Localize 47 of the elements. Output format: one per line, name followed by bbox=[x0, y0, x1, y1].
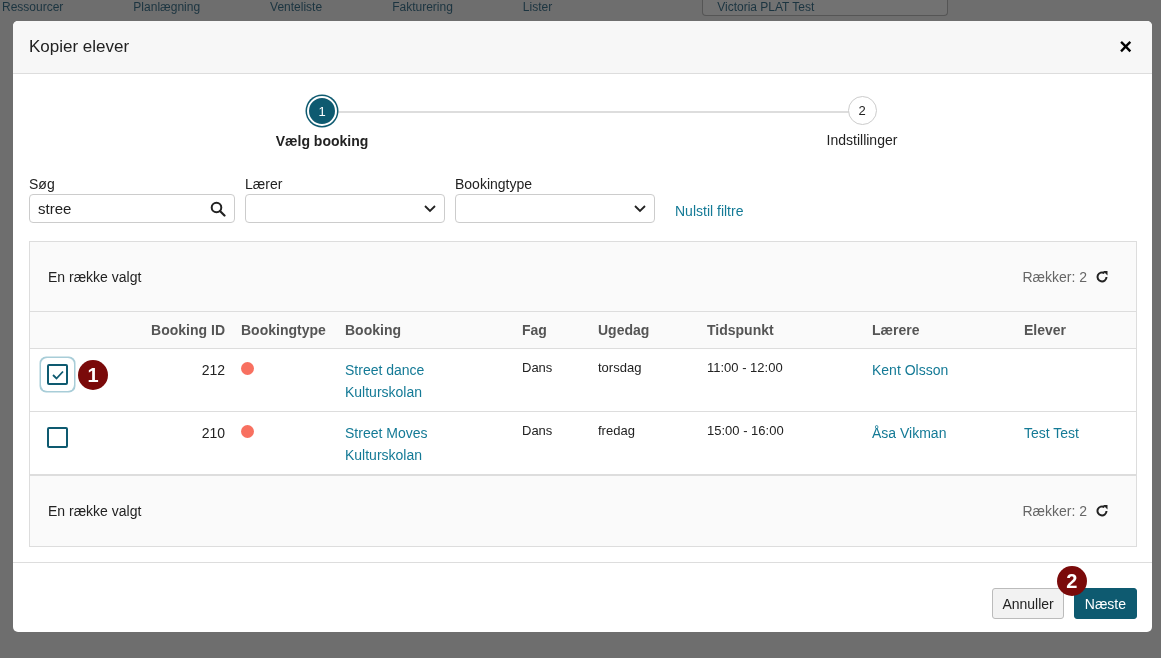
cancel-button[interactable]: Annuller bbox=[992, 588, 1064, 619]
step-number[interactable]: 2 bbox=[847, 96, 877, 125]
teacher-link[interactable]: Kent Olsson bbox=[872, 359, 949, 381]
student-link[interactable]: Test Test bbox=[1024, 422, 1079, 444]
row-count: Rækker: 2 bbox=[1022, 268, 1087, 285]
table-cell-text: 210 bbox=[201, 424, 226, 443]
search-icon bbox=[210, 200, 226, 217]
selection-summary: En række valgt bbox=[48, 268, 142, 285]
search-field[interactable]: stree bbox=[29, 194, 235, 223]
step-label: Indstillinger bbox=[826, 132, 898, 148]
table-cell-text: 11:00 - 12:00 bbox=[706, 359, 783, 375]
annotation-marker: 1 bbox=[78, 360, 108, 390]
column-header: Ugedag bbox=[597, 322, 651, 338]
booking-link[interactable]: Street Moves Kulturskolan bbox=[345, 422, 428, 466]
column-header: Booking bbox=[344, 322, 402, 338]
step-number[interactable]: 1 bbox=[307, 96, 337, 126]
row-count: Rækker: 2 bbox=[1022, 503, 1087, 519]
column-header: Elever bbox=[1023, 322, 1068, 338]
chevron-down-icon bbox=[634, 204, 646, 213]
refresh-icon[interactable] bbox=[1095, 269, 1109, 284]
refresh-icon[interactable] bbox=[1095, 504, 1109, 518]
dialog-title: Kopier elever bbox=[29, 37, 130, 57]
close-button[interactable]: × bbox=[1115, 34, 1136, 60]
field-label: Søg bbox=[29, 176, 56, 192]
annotation-marker: 2 bbox=[1056, 566, 1087, 596]
column-header: Lærere bbox=[871, 322, 921, 338]
checkmark-icon bbox=[51, 369, 64, 380]
table-cell-text: Dans bbox=[521, 422, 553, 438]
table-cell-text: 212 bbox=[201, 361, 226, 380]
table-cell-text: 15:00 - 16:00 bbox=[706, 422, 784, 438]
step-label: Vælg booking bbox=[275, 133, 369, 149]
field-label: Lærer bbox=[245, 176, 284, 192]
column-header: Fag bbox=[521, 322, 548, 338]
field-label: Bookingtype bbox=[455, 176, 534, 192]
table-cell-text: Dans bbox=[521, 359, 553, 375]
teacher-link[interactable]: Åsa Vikman bbox=[872, 422, 947, 444]
selection-summary: En række valgt bbox=[48, 503, 142, 519]
table-cell-text: torsdag bbox=[597, 359, 642, 375]
reset-filters-link[interactable]: Nulstil filtre bbox=[675, 203, 744, 219]
table-cell-text: fredag bbox=[597, 422, 635, 438]
column-header: Tidspunkt bbox=[706, 322, 775, 338]
column-header: Bookingtype bbox=[240, 322, 327, 338]
booking-link[interactable]: Street dance Kulturskolan bbox=[345, 359, 425, 403]
row-checkbox[interactable] bbox=[47, 427, 68, 448]
chevron-down-icon bbox=[424, 204, 436, 213]
next-button[interactable]: Næste bbox=[1073, 588, 1137, 619]
column-header: Booking ID bbox=[150, 322, 226, 338]
